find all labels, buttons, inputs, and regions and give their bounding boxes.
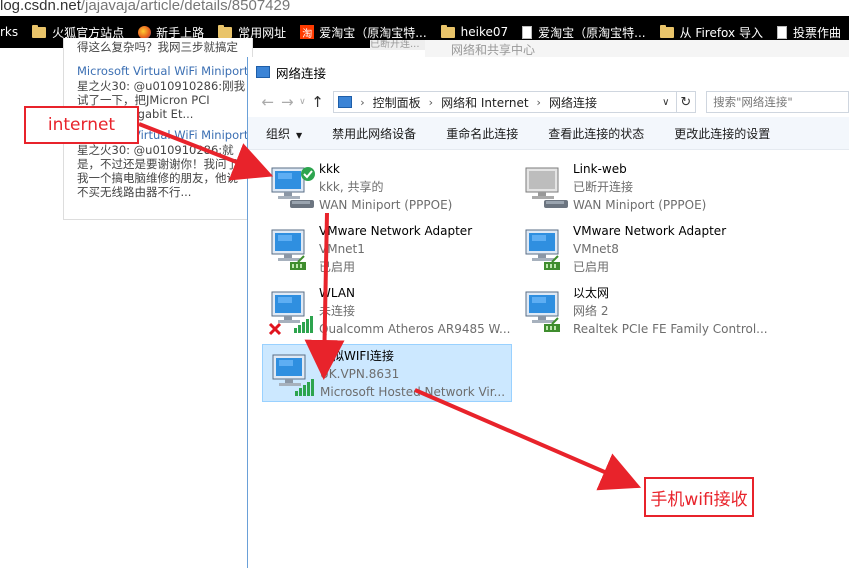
connection-device: WAN Miniport (PPPOE) xyxy=(319,198,453,212)
comment-text: 不买无线路由器不行... xyxy=(77,185,192,199)
chevron-right-icon[interactable]: › xyxy=(429,96,433,109)
forward-arrow-icon[interactable]: → xyxy=(278,93,298,111)
breadcrumb-network-connections[interactable]: 网络连接 xyxy=(549,94,597,111)
comment-text: 是，不过还是要谢谢你！我问了 xyxy=(77,157,238,171)
search-input[interactable]: 搜索"网络连接" xyxy=(706,91,849,113)
address-row: ← → ∨ ↑ › 控制面板 › 网络和 Internet › 网络连接 ∨ ↻… xyxy=(248,87,849,117)
comment-text: 星之火30: @u010910286:刚我 xyxy=(77,79,246,93)
caret-down-icon: ▼ xyxy=(296,130,303,140)
rename-connection-button[interactable]: 重命名此连接 xyxy=(446,125,518,142)
connection-name: VMware Network Adapter xyxy=(573,224,727,238)
comment-text: 我一个搞电脑维修的朋友，他说 xyxy=(77,171,238,185)
bookmark-item[interactable]: 投票作曲 xyxy=(776,24,841,41)
page-icon xyxy=(776,25,787,39)
bookmark-item[interactable]: 爱淘宝（原淘宝特... xyxy=(522,24,646,41)
connection-item[interactable]: VMware Network Adapter VMnet1 已启用 xyxy=(262,220,512,278)
chevron-right-icon[interactable]: › xyxy=(360,96,364,109)
connection-item[interactable]: 以太网网络 2 Realtek PCIe FE Family Control... xyxy=(516,282,768,340)
disable-device-button[interactable]: 禁用此网络设备 xyxy=(332,125,416,142)
connection-status: VMnet1 xyxy=(319,242,365,256)
bookmark-item[interactable]: 从 Firefox 导入 xyxy=(659,24,763,41)
folder-icon xyxy=(440,24,455,38)
connection-item[interactable]: VMware Network Adapter VMnet8 已启用 xyxy=(516,220,766,278)
behind-window-tab-2: 已断开连... xyxy=(370,40,425,50)
connection-item[interactable]: Link-web 已断开连接 WAN Miniport (PPPOE) xyxy=(516,158,766,216)
connection-status: kkk, 共享的 xyxy=(319,180,384,194)
ethernet-icon xyxy=(271,229,307,271)
connection-status: 未连接 xyxy=(319,304,356,318)
folder-icon xyxy=(32,24,47,38)
chevron-right-icon[interactable]: › xyxy=(537,96,541,109)
page-icon xyxy=(522,25,533,39)
connection-device: WAN Miniport (PPPOE) xyxy=(573,198,707,212)
connection-device: Realtek PCIe FE Family Control... xyxy=(573,322,768,336)
url-path: /jajavaja/article/details/8507429 xyxy=(80,0,291,14)
wifi-connected-icon xyxy=(272,354,314,396)
view-status-button[interactable]: 查看此连接的状态 xyxy=(548,125,644,142)
bookmark-item[interactable]: 淘爱淘宝（原淘宝特... xyxy=(300,24,427,41)
breadcrumb-network-internet[interactable]: 网络和 Internet xyxy=(441,94,528,111)
chevron-down-icon[interactable]: ∨ xyxy=(662,97,669,108)
connection-status: 已断开连接 xyxy=(573,180,634,194)
connection-status: UK.VPN.8631 xyxy=(320,367,400,381)
breadcrumb-control-panel[interactable]: 控制面板 xyxy=(373,94,421,111)
window-titlebar[interactable]: 网络连接 xyxy=(248,57,849,87)
connection-device: 已启用 xyxy=(573,260,610,274)
bookmark-item[interactable]: rks xyxy=(0,25,18,39)
folder-icon xyxy=(218,24,233,38)
organize-button[interactable]: 组织 ▼ xyxy=(266,125,302,142)
connection-name: 虚拟WIFI连接 xyxy=(320,349,394,363)
back-arrow-icon[interactable]: ← xyxy=(258,93,278,111)
connection-device: 已启用 xyxy=(319,260,356,274)
ethernet-icon xyxy=(525,229,561,271)
connection-name: kkk xyxy=(319,162,340,176)
connection-status: 网络 2 xyxy=(573,304,609,318)
connection-status: VMnet8 xyxy=(573,242,619,256)
comment-text: 试了一下，把JMicron PCI xyxy=(77,93,210,107)
connection-item[interactable]: kkk kkk, 共享的 WAN Miniport (PPPOE) xyxy=(262,158,512,216)
connection-device: Microsoft Hosted Network Vir... xyxy=(320,385,506,399)
connection-device: Qualcomm Atheros AR9485 W... xyxy=(319,322,511,336)
connection-name: VMware Network Adapter xyxy=(319,224,473,238)
comment-link[interactable]: Microsoft Virtual WiFi Miniport A xyxy=(77,64,260,78)
recent-dropdown-icon[interactable]: ∨ xyxy=(297,97,308,107)
browser-url-bar[interactable]: log.csdn.net/jajavaja/article/details/85… xyxy=(0,0,849,16)
bookmark-item[interactable]: heike07 xyxy=(440,24,508,39)
address-bar[interactable]: › 控制面板 › 网络和 Internet › 网络连接 ∨ xyxy=(333,91,677,113)
change-settings-button[interactable]: 更改此连接的设置 xyxy=(674,125,770,142)
window-title: 网络连接 xyxy=(276,65,327,81)
comment-text: 星之火30: @u010910286:就 xyxy=(77,143,234,157)
firefox-icon xyxy=(138,25,152,39)
connection-name: WLAN xyxy=(319,286,356,300)
url-host: log.csdn.net xyxy=(0,0,81,14)
refresh-icon[interactable]: ↻ xyxy=(676,91,697,113)
control-panel-icon xyxy=(338,96,353,108)
connection-item[interactable]: 虚拟WIFI连接 UK.VPN.8631 Microsoft Hosted Netw… xyxy=(262,344,512,402)
internet-annotation-label: internet xyxy=(24,106,139,144)
dialup-disconnected-icon xyxy=(525,167,568,208)
taobao-icon: 淘 xyxy=(300,25,315,40)
wifi-disconnected-icon xyxy=(268,291,313,336)
up-arrow-icon[interactable]: ↑ xyxy=(308,93,328,111)
folder-icon xyxy=(659,24,674,38)
connection-name: Link-web xyxy=(573,162,627,176)
phone-wifi-annotation-label: 手机wifi接收 xyxy=(644,477,754,517)
ethernet-icon xyxy=(525,291,561,333)
dialup-connected-icon xyxy=(271,167,315,208)
comment-text: 得这么复杂吗？我网三步就搞定 xyxy=(77,40,238,54)
connection-item[interactable]: WLAN 未连接 Qualcomm Atheros AR9485 W... xyxy=(262,282,512,340)
command-bar: 组织 ▼ 禁用此网络设备 重命名此连接 查看此连接的状态 更改此连接的设置 xyxy=(248,117,849,150)
network-folder-icon xyxy=(256,66,270,78)
connection-name: 以太网 xyxy=(573,286,610,300)
